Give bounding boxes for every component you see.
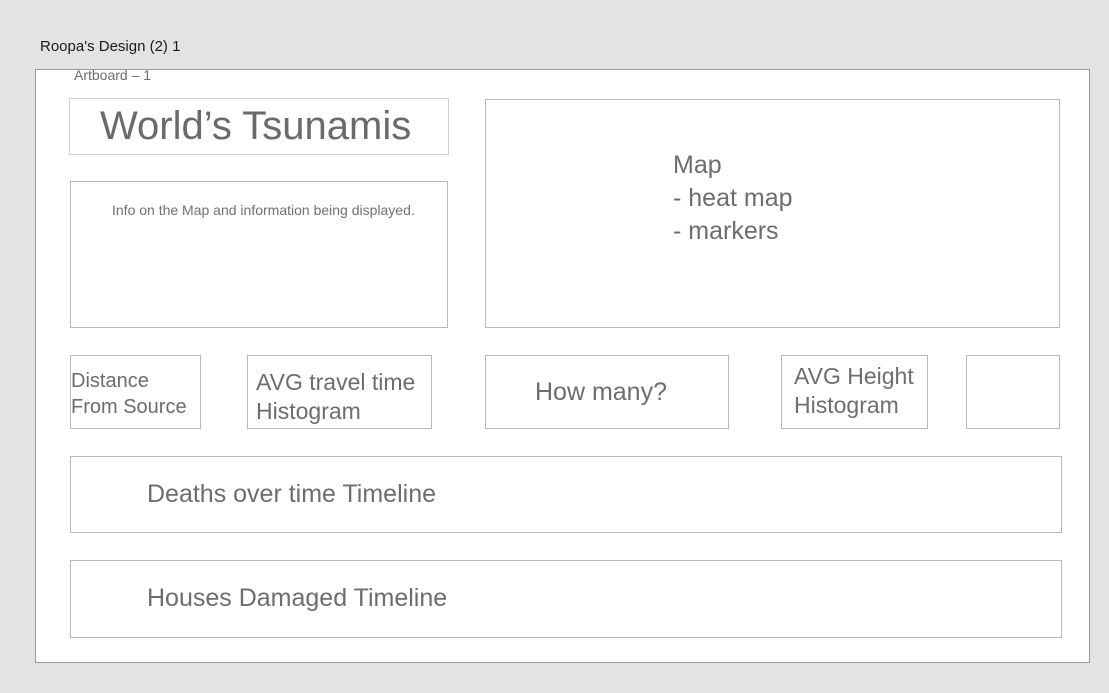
- info-box: Info on the Map and information being di…: [70, 181, 448, 328]
- artboard-label: Artboard – 1: [74, 67, 152, 83]
- avg-height-label-line-2: Histogram: [794, 392, 899, 418]
- page-title: World’s Tsunamis: [100, 104, 412, 148]
- avg-travel-time-histogram: AVG travel time Histogram: [247, 355, 432, 429]
- map-heading: Map: [673, 151, 722, 179]
- map-placeholder: Map - heat map - markers: [485, 99, 1060, 328]
- info-text: Info on the Map and information being di…: [112, 202, 415, 218]
- distance-label: Distance From Source: [71, 368, 187, 420]
- deaths-timeline-label: Deaths over time Timeline: [147, 480, 437, 508]
- travel-time-label-line-2: Histogram: [256, 398, 361, 424]
- deaths-timeline: Deaths over time Timeline: [70, 456, 1062, 533]
- empty-widget-placeholder: [966, 355, 1060, 429]
- document-title: Roopa's Design (2) 1: [40, 38, 181, 55]
- avg-height-label: AVG Height Histogram: [794, 362, 914, 420]
- avg-height-label-line-1: AVG Height: [794, 363, 914, 389]
- distance-from-source-widget: Distance From Source: [70, 355, 201, 429]
- houses-timeline-label: Houses Damaged Timeline: [147, 584, 448, 612]
- travel-time-label: AVG travel time Histogram: [256, 368, 415, 426]
- map-markers-item: - markers: [673, 217, 779, 245]
- travel-time-label-line-1: AVG travel time: [256, 369, 416, 395]
- houses-damaged-timeline: Houses Damaged Timeline: [70, 560, 1062, 638]
- map-heatmap-item: - heat map: [673, 184, 793, 212]
- distance-label-line-1: Distance: [71, 370, 149, 392]
- title-box: World’s Tsunamis: [69, 98, 449, 155]
- avg-height-histogram: AVG Height Histogram: [781, 355, 928, 429]
- map-description: Map - heat map - markers: [673, 149, 793, 248]
- distance-label-line-2: From Source: [71, 396, 187, 418]
- how-many-label: How many?: [535, 378, 667, 406]
- how-many-widget: How many?: [485, 355, 729, 429]
